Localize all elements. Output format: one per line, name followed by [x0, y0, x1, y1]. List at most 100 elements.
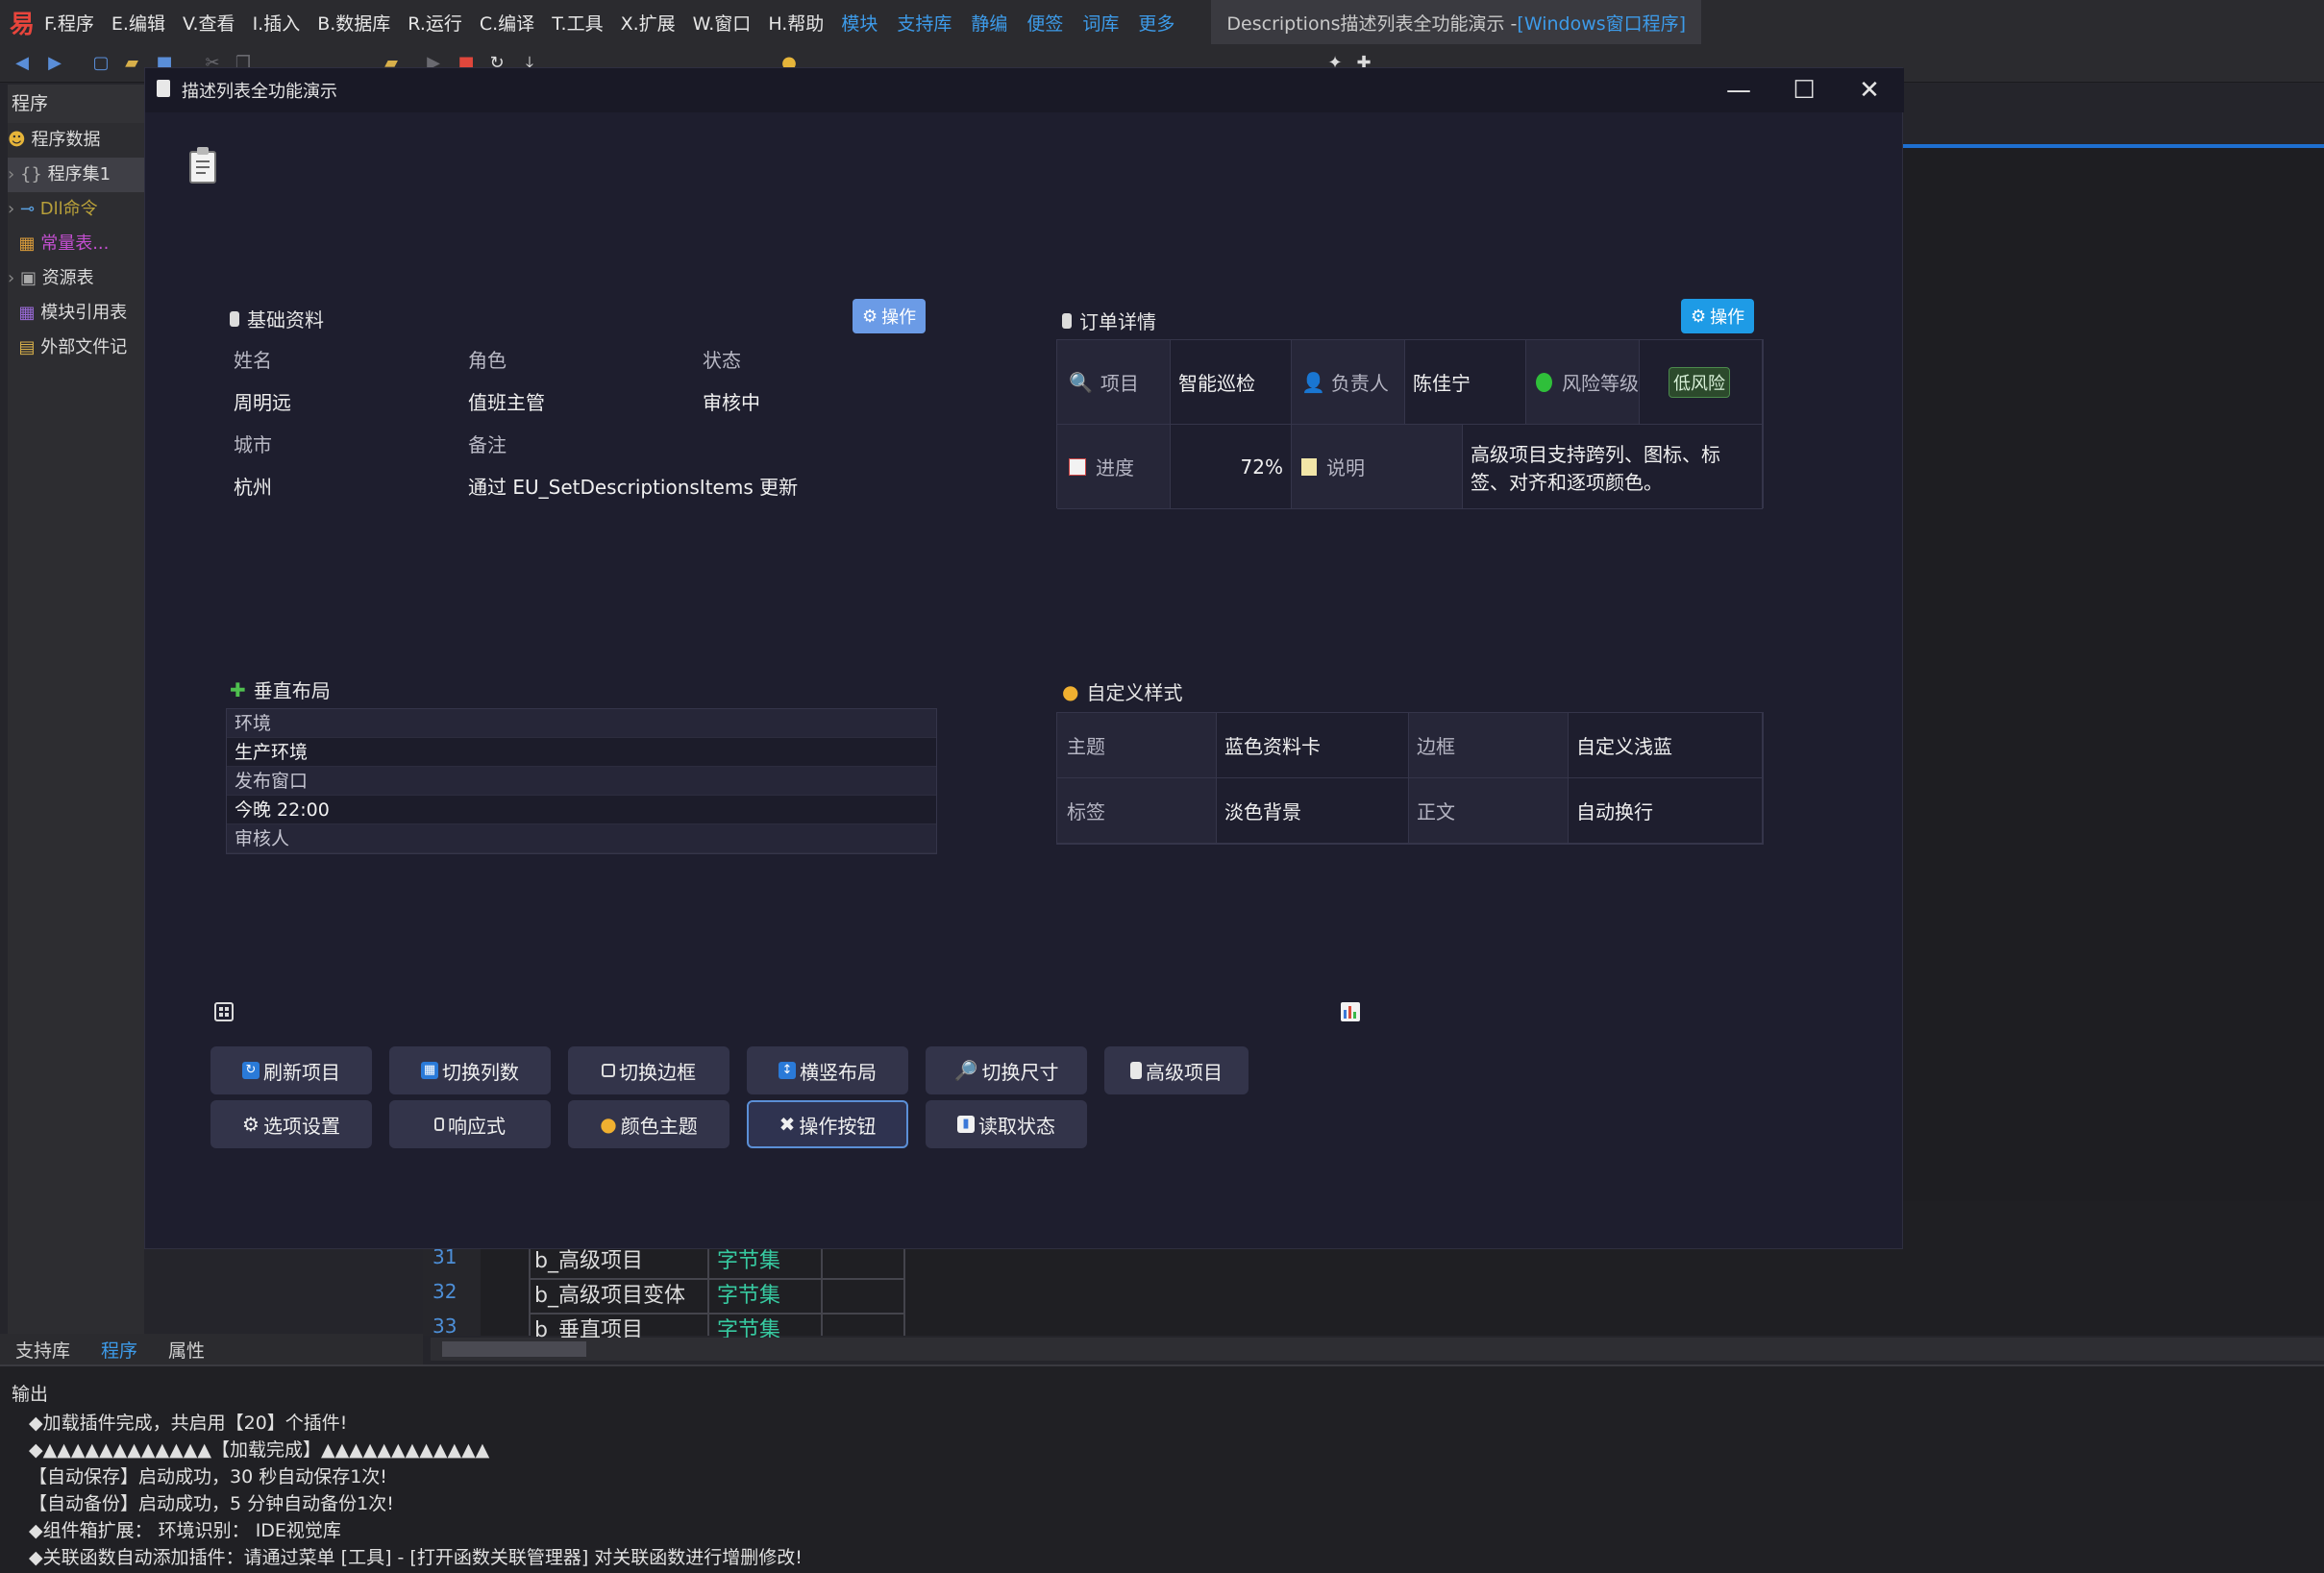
maximize-button[interactable]: ☐ [1771, 68, 1837, 112]
order-op-button[interactable]: ⚙ 操作 [1681, 299, 1755, 333]
horizontal-scrollbar[interactable] [431, 1338, 2324, 1361]
puzzle-icon: ✚ [230, 677, 246, 701]
forward-icon[interactable]: ▶ [44, 54, 65, 73]
tab-support-lib[interactable]: 支持库 [0, 1337, 86, 1363]
custom-grid: 主题 蓝色资料卡 边框 自定义浅蓝 标签 淡色背景 正文 自动换行 [1056, 712, 1764, 845]
code-cell-name[interactable]: b_高级项目变体 [534, 1278, 685, 1309]
refresh-items-button[interactable]: ↻ 刷新项目 [210, 1046, 372, 1094]
menu-program[interactable]: F.程序 [44, 10, 94, 36]
menu-window[interactable]: W.窗口 [693, 10, 752, 36]
tab-program[interactable]: 程序 [86, 1337, 153, 1363]
new-file-icon[interactable]: ▢ [90, 54, 111, 73]
link-static[interactable]: 静编 [971, 10, 1007, 36]
gear-icon: ⚙ [242, 1113, 260, 1136]
order-card-title: 订单详情 [1062, 307, 1156, 334]
demo-window: 描述列表全功能演示 — ☐ ✕ 基础资料 ⚙ 操作 姓名 角色 状态 周明远 值班… [144, 67, 1904, 1249]
magnifier-icon: 🔎 [953, 1059, 978, 1082]
order-label: 🔍 项目 [1057, 340, 1171, 425]
line-number: 33 [433, 1315, 457, 1338]
responsive-button[interactable]: 响应式 [389, 1100, 551, 1148]
clipboard-icon [189, 147, 216, 184]
menu-edit[interactable]: E.编辑 [111, 10, 165, 36]
minimize-button[interactable]: — [1706, 68, 1771, 112]
vertical-value: 今晚 22:00 [227, 796, 936, 824]
output-line: 【自动保存】启动成功，30 秒自动保存1次! [29, 1466, 387, 1487]
tree-constants[interactable]: ▦ 常量表... [8, 227, 144, 261]
toggle-size-button[interactable]: 🔎 切换尺寸 [926, 1046, 1087, 1094]
files-icon: ▤ [18, 337, 36, 357]
link-dictionary[interactable]: 词库 [1082, 10, 1119, 36]
scrollbar-thumb[interactable] [442, 1341, 586, 1357]
order-value: 智能巡检 [1171, 340, 1292, 425]
options-button[interactable]: ⚙ 选项设置 [210, 1100, 372, 1148]
grid-icon [214, 1002, 234, 1021]
vertical-list[interactable]: 环境 生产环境 发布窗口 今晚 22:00 审核人 [226, 708, 937, 854]
border-icon [602, 1064, 615, 1077]
tree-dll[interactable]: › ⊸ Dll命令 [8, 192, 144, 227]
tree-program-data[interactable]: ☻ 程序数据 [8, 123, 144, 158]
gear-icon: ⚙ [862, 306, 878, 327]
desc-label: 角色 [468, 349, 507, 372]
tree-program-set[interactable]: › {} 程序集1 [8, 158, 144, 192]
tools-icon: ✖ [779, 1113, 796, 1136]
dll-icon: ⊸ [19, 199, 36, 219]
tree-module-ref[interactable]: ▦ 模块引用表 [8, 296, 144, 331]
vertical-card-title: ✚ 垂直布局 [230, 677, 331, 703]
toggle-border-button[interactable]: 切换边框 [568, 1046, 729, 1094]
close-button[interactable]: ✕ [1837, 68, 1902, 112]
basic-op-button[interactable]: ⚙ 操作 [853, 299, 927, 333]
program-panel: 程序 ☻ 程序数据 › {} 程序集1 › ⊸ Dll命令 ▦ 常量表... ›… [8, 85, 144, 1334]
back-icon[interactable]: ◀ [12, 54, 33, 73]
layout-direction-button[interactable]: ↕ 横竖布局 [747, 1046, 908, 1094]
menu-database[interactable]: B.数据库 [317, 10, 390, 36]
window-titlebar[interactable]: 描述列表全功能演示 — ☐ ✕ [145, 68, 1904, 112]
expand-icon[interactable]: › [8, 164, 14, 184]
order-label: 说明 [1292, 425, 1463, 509]
memo-icon [1301, 457, 1317, 476]
desc-label: 姓名 [234, 349, 272, 372]
menu-compile[interactable]: C.编译 [480, 10, 534, 36]
palette-icon: ● [1062, 679, 1079, 703]
link-support-lib[interactable]: 支持库 [897, 10, 952, 36]
custom-label: 主题 [1057, 713, 1217, 778]
window-icon [157, 80, 170, 97]
color-theme-button[interactable]: ● 颜色主题 [568, 1100, 729, 1148]
custom-card-title: ● 自定义样式 [1062, 679, 1183, 705]
gear-icon: ⚙ [1691, 306, 1707, 327]
tree-resources[interactable]: › ▣ 资源表 [8, 261, 144, 296]
order-value: 陈佳宁 [1405, 340, 1526, 425]
custom-value: 蓝色资料卡 [1217, 713, 1409, 778]
link-notes[interactable]: 便签 [1026, 10, 1063, 36]
menu-extend[interactable]: X.扩展 [621, 10, 676, 36]
tree-external-files[interactable]: ▤ 外部文件记 [8, 331, 144, 365]
order-grid: 🔍 项目 智能巡检 👤 负责人 陈佳宁 风险等级 低风险 进度 72% 说明 高级项… [1056, 339, 1764, 509]
tab-properties[interactable]: 属性 [153, 1337, 220, 1363]
resource-icon: ▣ [19, 268, 37, 288]
open-folder-icon[interactable]: ▰ [121, 54, 142, 73]
menubar: 易 F.程序 E.编辑 V.查看 I.插入 B.数据库 R.运行 C.编译 T.… [0, 0, 2324, 44]
read-state-button[interactable]: ▮ 读取状态 [926, 1100, 1087, 1148]
status-dot-icon [1536, 372, 1552, 392]
menu-insert[interactable]: I.插入 [253, 10, 301, 36]
expand-icon[interactable]: › [8, 199, 14, 219]
palette-icon: ● [600, 1113, 617, 1136]
order-value: 高级项目支持跨列、图标、标 签、对齐和逐项颜色。 [1463, 425, 1763, 509]
link-more[interactable]: 更多 [1138, 10, 1174, 36]
link-module[interactable]: 模块 [841, 10, 878, 36]
desc-label: 备注 [468, 433, 507, 456]
action-buttons-button[interactable]: ✖ 操作按钮 [747, 1100, 908, 1148]
desc-value: 周明远 [234, 391, 291, 414]
menu-help[interactable]: H.帮助 [768, 10, 824, 36]
code-cell-type[interactable]: 字节集 [717, 1278, 780, 1309]
menu-view[interactable]: V.查看 [183, 10, 235, 36]
output-line: 【自动备份】启动成功，5 分钟自动备份1次! [29, 1493, 394, 1514]
menu-run[interactable]: R.运行 [408, 10, 462, 36]
menu-tools[interactable]: T.工具 [552, 10, 603, 36]
advanced-items-button[interactable]: 高级项目 [1104, 1046, 1249, 1094]
output-line: ◆关联函数自动添加插件：请通过菜单 [工具] - [打开函数关联管理器] 对关联… [29, 1547, 803, 1568]
module-icon: ▦ [18, 303, 36, 323]
expand-icon[interactable]: › [8, 268, 14, 288]
basic-card-title: 基础资料 [230, 305, 324, 332]
toggle-columns-button[interactable]: ▦ 切换列数 [389, 1046, 551, 1094]
chart-icon [1069, 457, 1086, 476]
